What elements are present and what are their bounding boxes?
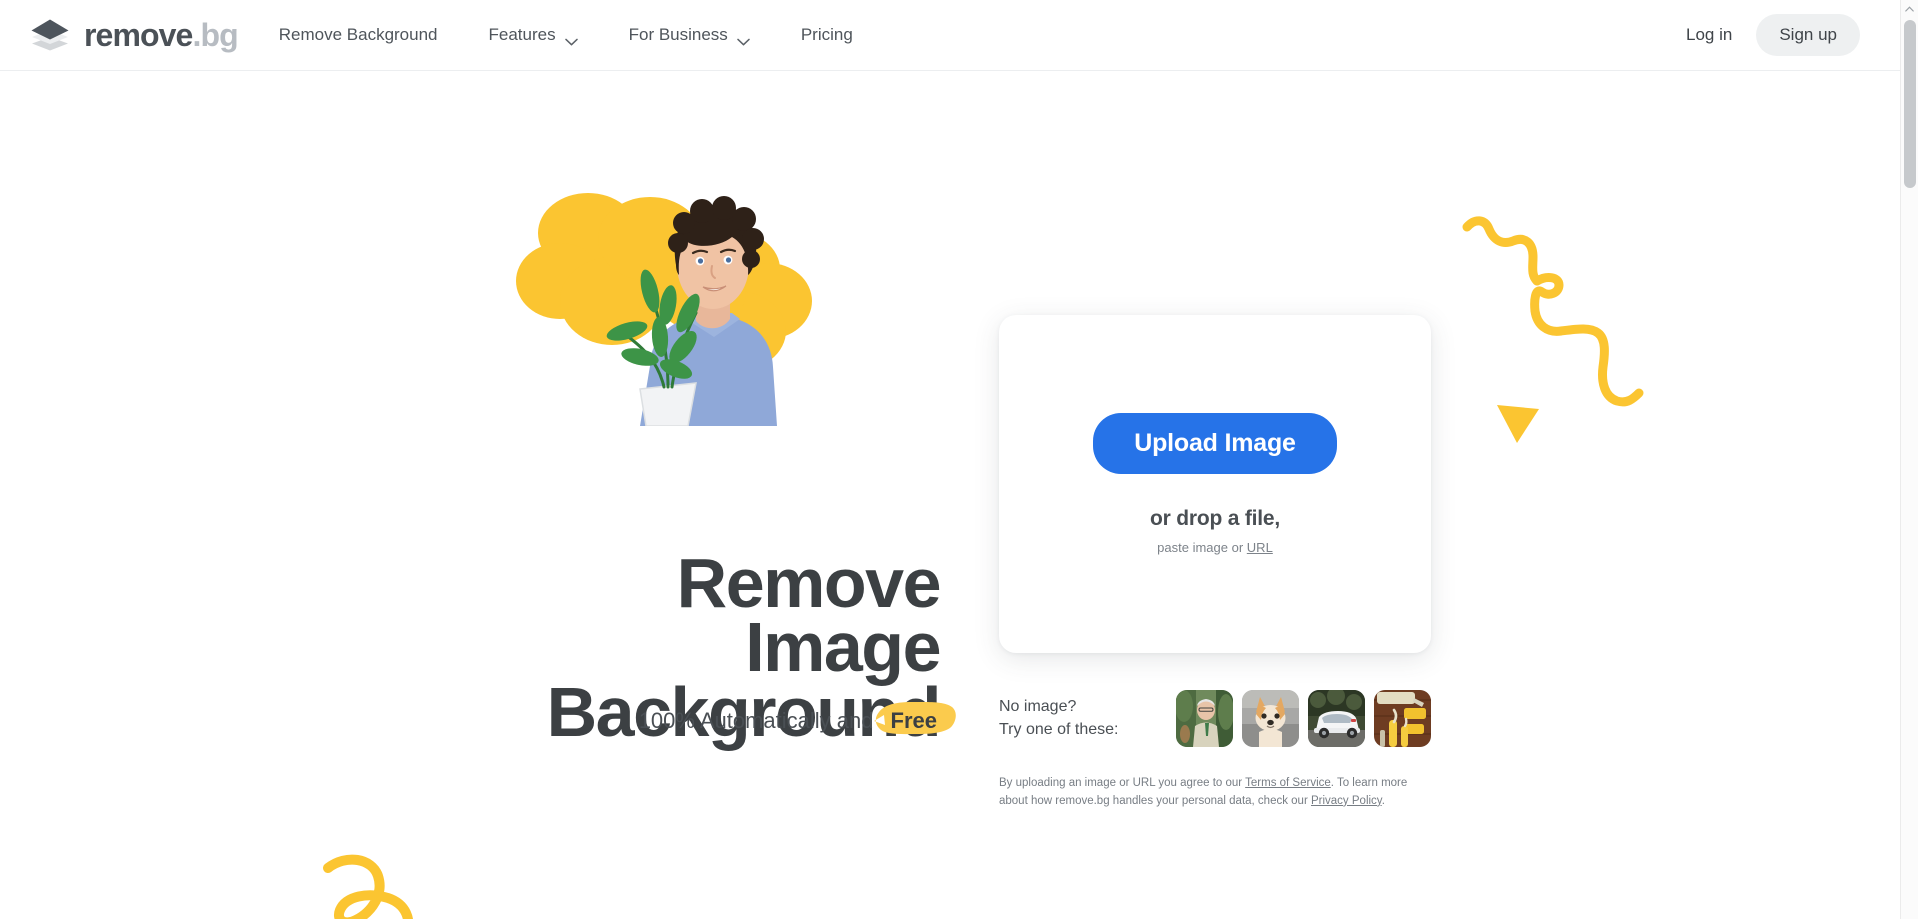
drop-file-text: or drop a file, [1149, 507, 1280, 530]
upload-image-button[interactable]: Upload Image [1093, 413, 1337, 474]
sample-thumbnail-list [1176, 690, 1431, 747]
login-link[interactable]: Log in [1672, 17, 1746, 53]
sample-images-label: No image? Try one of these: [999, 696, 1118, 740]
nav-item-pricing[interactable]: Pricing [801, 25, 853, 45]
legal-text-part-3: . [1381, 794, 1385, 807]
sample-thumbnail-corgi-dog[interactable] [1242, 690, 1299, 747]
free-label: Free [890, 708, 937, 733]
sample-label-line-1: No image? [999, 698, 1077, 716]
chevron-down-icon [564, 31, 578, 46]
page-scrollbar[interactable] [1900, 0, 1918, 919]
upload-dropzone-card[interactable]: Upload Image or drop a file, paste image… [999, 315, 1431, 653]
sample-thumbnail-man-garden[interactable] [1176, 690, 1233, 747]
brand-logo-link[interactable]: remove.bg [29, 13, 239, 57]
terms-of-service-link[interactable]: Terms of Service [1245, 777, 1331, 789]
hero-subtitle: 100% Automatically and Free [400, 701, 956, 735]
scrollbar-thumb[interactable] [1904, 20, 1916, 188]
free-highlight: Free [873, 701, 956, 735]
signup-button[interactable]: Sign up [1756, 14, 1860, 56]
page-root: remove.bg Remove Background Features For… [0, 0, 1918, 919]
hero-subtitle-text: 100% Automatically and [638, 708, 874, 733]
legal-text-part-1: By uploading an image or URL you agree t… [999, 777, 1246, 789]
nav-item-remove-background[interactable]: Remove Background [279, 25, 438, 45]
chevron-down-icon [737, 31, 750, 46]
scroll-up-arrow-icon[interactable] [1901, 0, 1918, 18]
paste-url-link[interactable]: URL [1247, 540, 1273, 555]
decorative-squiggle-right [1455, 205, 1685, 450]
sample-images-section: No image? Try one of these: [999, 690, 1431, 747]
stacked-diamond-logo-icon [29, 18, 71, 52]
brand-name-primary: remove [84, 17, 193, 53]
site-header: remove.bg Remove Background Features For… [0, 0, 1900, 71]
nav-label: For Business [628, 25, 728, 44]
paste-hint: paste image or URL [1157, 540, 1273, 555]
nav-item-features[interactable]: Features [488, 25, 578, 46]
sample-label-line-2: Try one of these: [999, 720, 1119, 738]
sample-thumbnail-paint-rollers[interactable] [1374, 690, 1431, 747]
sample-thumbnail-white-car[interactable] [1308, 690, 1365, 747]
brand-wordmark: remove.bg [84, 17, 239, 53]
main-navigation: Remove Background Features For Business … [279, 0, 904, 70]
privacy-policy-link[interactable]: Privacy Policy [1311, 795, 1382, 807]
nav-label: Remove Background [278, 25, 438, 44]
hero-section: Remove Image Background 100% Automatical… [0, 71, 960, 919]
brand-name-secondary: .bg [192, 17, 238, 53]
nav-label: Pricing [800, 25, 853, 44]
hero-photo-man-with-plant [500, 161, 820, 426]
hero-title-line-1: Remove Image [676, 544, 942, 687]
nav-item-for-business[interactable]: For Business [628, 25, 750, 46]
header-actions: Log in Sign up [1672, 14, 1860, 56]
nav-label: Features [488, 25, 556, 44]
legal-disclaimer: By uploading an image or URL you agree t… [999, 775, 1437, 811]
paste-hint-text: paste image or [1157, 540, 1244, 555]
